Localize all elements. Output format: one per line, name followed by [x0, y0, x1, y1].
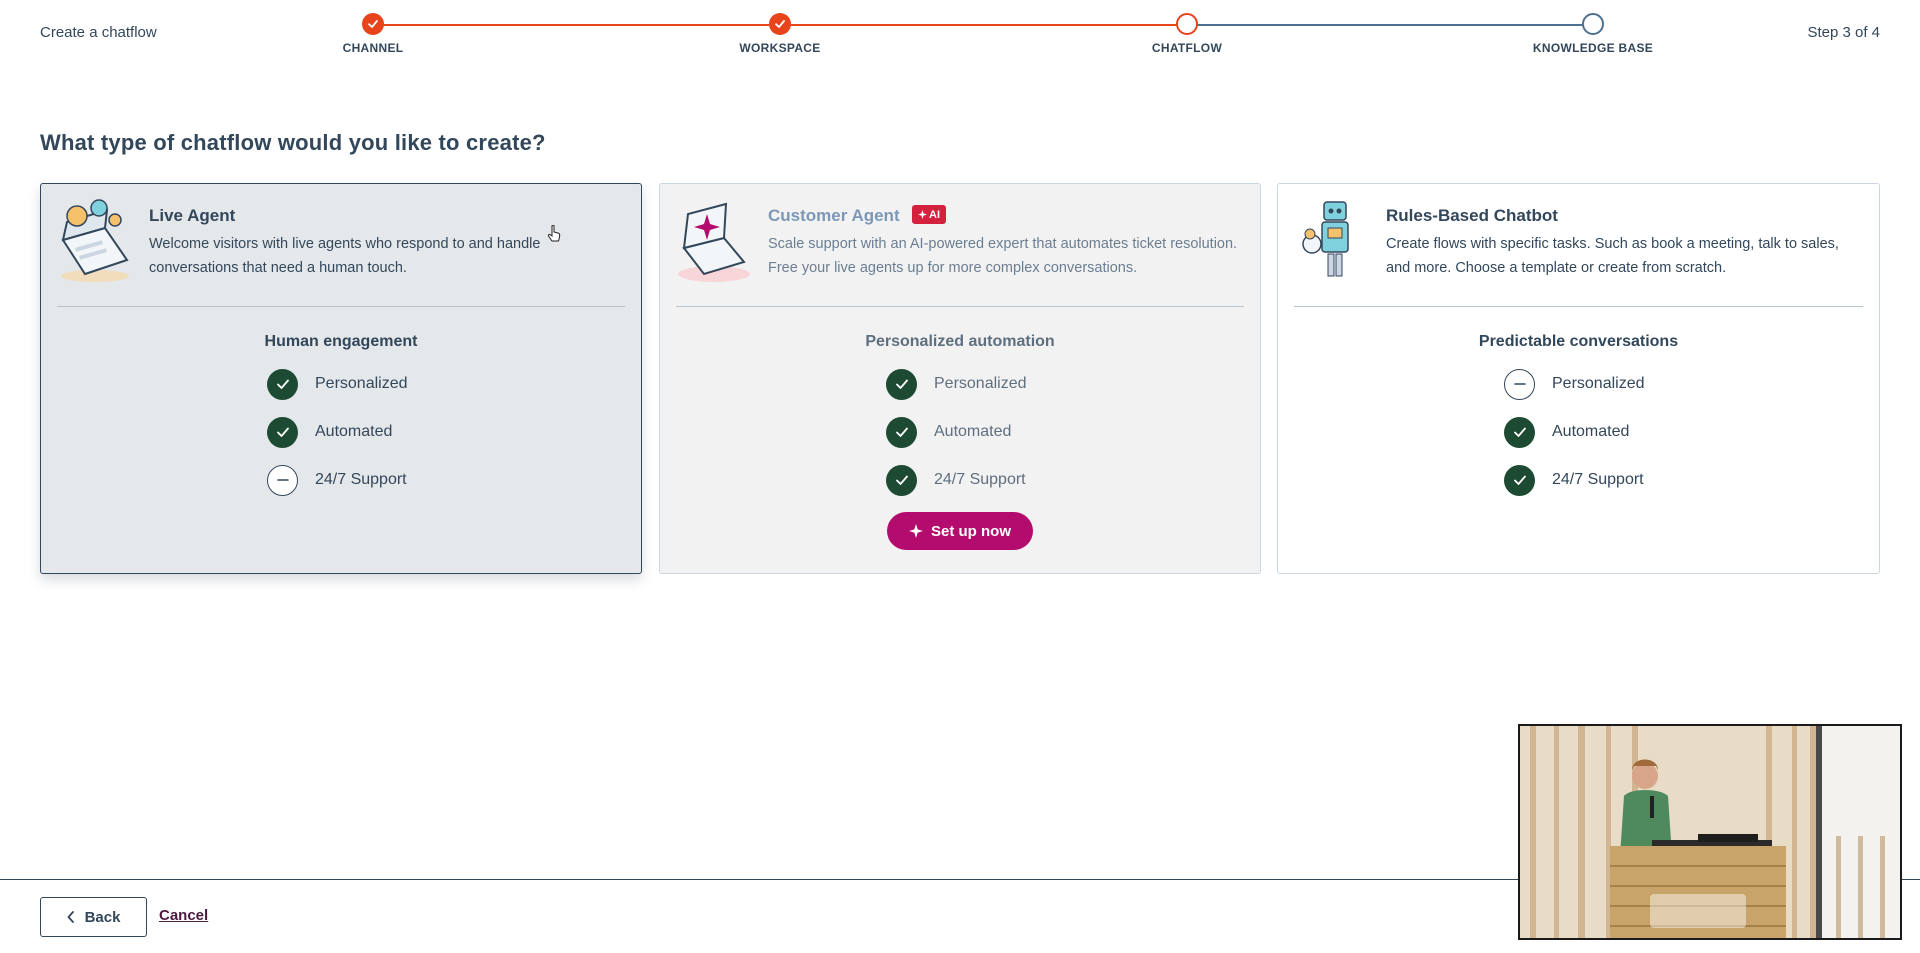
wizard-header: Create a chatflow CHANNEL WORKSPACE CHAT… — [0, 0, 1920, 70]
feature-list: Personalized Automated 24/7 Support — [886, 368, 1027, 512]
page-label: Create a chatflow — [40, 24, 157, 41]
feature-label: 24/7 Support — [934, 471, 1026, 488]
card-subheading: Human engagement — [264, 333, 418, 350]
card-description: Scale support with an AI-powered expert … — [768, 236, 1238, 276]
back-button[interactable]: Back — [40, 897, 147, 937]
step-pending-icon — [1582, 13, 1604, 35]
feature-label: 24/7 Support — [1552, 471, 1644, 488]
check-icon — [886, 368, 917, 400]
step-chatflow: CHATFLOW — [1087, 13, 1287, 55]
check-icon — [886, 464, 917, 496]
presenter-video — [1518, 724, 1902, 940]
laptop-chat-illustration — [61, 199, 129, 282]
feature-item: 24/7 Support — [886, 464, 1027, 496]
card-divider — [1294, 306, 1863, 307]
step-current-icon — [1176, 13, 1198, 35]
card-title: Customer Agent — [768, 206, 900, 225]
step-count: Step 3 of 4 — [1807, 24, 1880, 41]
pointer-cursor-icon — [547, 225, 561, 242]
feature-label: Automated — [315, 423, 393, 440]
card-customer-agent[interactable]: Customer Agent AI Scale support with an … — [659, 183, 1261, 574]
step-label: KNOWLEDGE BASE — [1532, 41, 1654, 55]
feature-item: Automated — [886, 416, 1027, 448]
feature-label: 24/7 Support — [315, 471, 407, 488]
card-divider — [676, 306, 1244, 307]
feature-list: Personalized Automated 24/7 Support — [267, 368, 408, 512]
step-complete-icon — [769, 13, 791, 35]
check-icon — [1504, 464, 1535, 496]
check-icon — [886, 416, 917, 448]
dash-icon — [1504, 368, 1535, 400]
feature-label: Personalized — [315, 375, 408, 392]
cancel-link[interactable]: Cancel — [159, 907, 208, 924]
step-workspace: WORKSPACE — [680, 13, 880, 55]
feature-item: Automated — [267, 416, 408, 448]
feature-label: Personalized — [934, 375, 1027, 392]
sparkle-icon — [909, 524, 923, 538]
feature-list: Personalized Automated 24/7 Support — [1504, 368, 1645, 512]
step-channel: CHANNEL — [273, 13, 473, 55]
dash-icon — [267, 464, 298, 496]
feature-label: Automated — [1552, 423, 1630, 440]
check-icon — [267, 416, 298, 448]
sparkle-icon — [918, 210, 927, 219]
set-up-now-label: Set up now — [931, 522, 1011, 540]
card-subheading: Predictable conversations — [1478, 333, 1679, 350]
card-rules-based-chatbot[interactable]: Rules-Based Chatbot Create flows with sp… — [1277, 183, 1880, 574]
feature-item: Automated — [1504, 416, 1645, 448]
feature-item: 24/7 Support — [267, 464, 408, 496]
ai-badge-label: AI — [929, 208, 940, 221]
step-label: CHATFLOW — [1151, 41, 1223, 55]
feature-item: Personalized — [1504, 368, 1645, 400]
step-complete-icon — [362, 13, 384, 35]
page-title: What type of chatflow would you like to … — [40, 130, 546, 155]
presenter-video-frame — [1520, 726, 1900, 938]
feature-item: Personalized — [886, 368, 1027, 400]
chevron-left-icon — [67, 911, 74, 923]
step-label: CHANNEL — [342, 41, 404, 55]
step-label: WORKSPACE — [739, 41, 821, 55]
feature-item: 24/7 Support — [1504, 464, 1645, 496]
robot-illustration — [1302, 201, 1349, 277]
card-title: Rules-Based Chatbot — [1386, 206, 1558, 225]
card-description: Create flows with specific tasks. Such a… — [1386, 236, 1839, 276]
card-subheading: Personalized automation — [865, 333, 1055, 350]
back-label: Back — [84, 908, 121, 926]
set-up-now-button[interactable]: Set up now — [887, 512, 1033, 550]
step-knowledge-base: KNOWLEDGE BASE — [1493, 13, 1693, 55]
check-icon — [267, 368, 298, 400]
card-divider — [57, 306, 625, 307]
laptop-ai-illustration — [678, 202, 750, 282]
card-title: Live Agent — [149, 206, 236, 225]
feature-item: Personalized — [267, 368, 408, 400]
feature-label: Automated — [934, 423, 1012, 440]
check-icon — [1504, 416, 1535, 448]
ai-badge: AI — [912, 205, 946, 224]
feature-label: Personalized — [1552, 375, 1645, 392]
